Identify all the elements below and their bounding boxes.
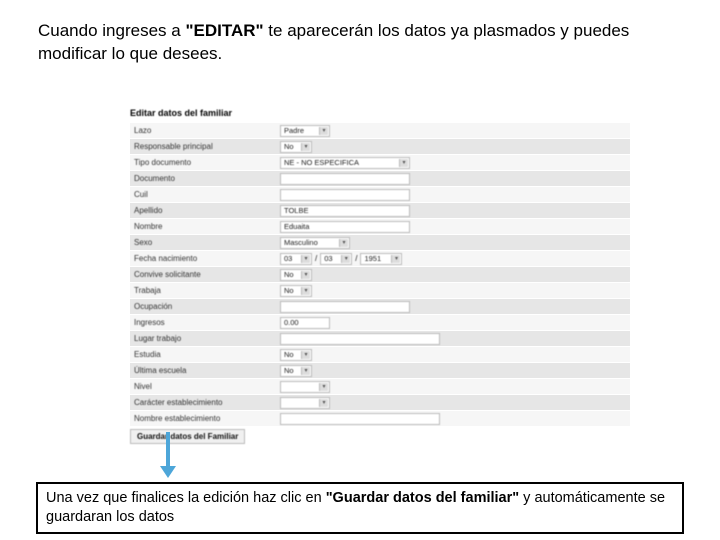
select-trabaja[interactable]: No▾ [280,285,312,297]
label-tipodoc: Tipo documento [130,158,280,167]
chevron-down-icon: ▾ [319,399,328,407]
intro-paragraph: Cuando ingreses a "EDITAR" te aparecerán… [38,20,658,66]
intro-text-1: Cuando ingreses a [38,21,185,40]
row-trabaja: Trabaja No▾ [130,282,630,298]
row-apellido: Apellido TOLBE [130,202,630,218]
chevron-down-icon: ▾ [301,367,310,375]
row-lazo: Lazo Padre▾ [130,122,630,138]
chevron-down-icon: ▾ [301,143,310,151]
note-text-1: Una vez que finalices la edición haz cli… [46,490,326,506]
input-ocupacion[interactable] [280,301,410,313]
chevron-down-icon: ▾ [341,255,350,263]
input-documento[interactable] [280,173,410,185]
label-convive: Convive solicitante [130,270,280,279]
label-fecha: Fecha nacimiento [130,254,280,263]
select-lazo[interactable]: Padre▾ [280,125,330,137]
label-sexo: Sexo [130,238,280,247]
note-bold: "Guardar datos del familiar" [326,490,519,506]
intro-emphasis: "EDITAR" [185,21,263,40]
label-nombre: Nombre [130,222,280,231]
label-nivel: Nivel [130,382,280,391]
row-responsable: Responsable principal No▾ [130,138,630,154]
row-cuil: Cuil [130,186,630,202]
select-fecha-dia[interactable]: 03▾ [280,253,312,265]
row-fecha: Fecha nacimiento 03▾ / 03▾ / 1951▾ [130,250,630,266]
row-tipodoc: Tipo documento NE - NO ESPECIFICA▾ [130,154,630,170]
chevron-down-icon: ▾ [301,287,310,295]
label-ultimaesc: Última escuela [130,366,280,375]
select-sexo[interactable]: Masculino▾ [280,237,350,249]
label-lugartrab: Lugar trabajo [130,334,280,343]
row-nivel: Nivel ▾ [130,378,630,394]
save-button[interactable]: Guardar datos del Familiar [130,429,245,444]
chevron-down-icon: ▾ [391,255,400,263]
label-trabaja: Trabaja [130,286,280,295]
select-ultimaesc[interactable]: No▾ [280,365,312,377]
row-nombre: Nombre Eduaita [130,218,630,234]
label-caracter: Carácter establecimiento [130,398,280,407]
note-box: Una vez que finalices la edición haz cli… [36,482,684,534]
select-nivel[interactable]: ▾ [280,381,330,393]
row-ocupacion: Ocupación [130,298,630,314]
label-documento: Documento [130,174,280,183]
chevron-down-icon: ▾ [301,351,310,359]
label-ocupacion: Ocupación [130,302,280,311]
arrow-down-icon [160,432,176,478]
label-cuil: Cuil [130,190,280,199]
input-nombreest[interactable] [280,413,440,425]
select-fecha-mes[interactable]: 03▾ [320,253,352,265]
row-caracter: Carácter establecimiento ▾ [130,394,630,410]
select-estudia[interactable]: No▾ [280,349,312,361]
label-apellido: Apellido [130,206,280,215]
label-responsable: Responsable principal [130,142,280,151]
date-sep: / [355,254,357,263]
row-convive: Convive solicitante No▾ [130,266,630,282]
label-estudia: Estudia [130,350,280,359]
select-responsable[interactable]: No▾ [280,141,312,153]
row-lugartrab: Lugar trabajo [130,330,630,346]
edit-form: Editar datos del familiar Lazo Padre▾ Re… [130,108,630,444]
row-ultimaesc: Última escuela No▾ [130,362,630,378]
select-caracter[interactable]: ▾ [280,397,330,409]
label-ingresos: Ingresos [130,318,280,327]
input-lugartrab[interactable] [280,333,440,345]
chevron-down-icon: ▾ [399,159,408,167]
select-fecha-anio[interactable]: 1951▾ [360,253,402,265]
chevron-down-icon: ▾ [301,271,310,279]
row-ingresos: Ingresos 0.00 [130,314,630,330]
row-nombreest: Nombre establecimiento [130,410,630,426]
chevron-down-icon: ▾ [339,239,348,247]
row-estudia: Estudia No▾ [130,346,630,362]
form-title: Editar datos del familiar [130,108,630,118]
input-cuil[interactable] [280,189,410,201]
chevron-down-icon: ▾ [319,383,328,391]
input-ingresos[interactable]: 0.00 [280,317,330,329]
input-nombre[interactable]: Eduaita [280,221,410,233]
date-sep: / [315,254,317,263]
label-lazo: Lazo [130,126,280,135]
row-documento: Documento [130,170,630,186]
label-nombreest: Nombre establecimiento [130,414,280,423]
input-apellido[interactable]: TOLBE [280,205,410,217]
select-convive[interactable]: No▾ [280,269,312,281]
chevron-down-icon: ▾ [319,127,328,135]
row-sexo: Sexo Masculino▾ [130,234,630,250]
select-tipodoc[interactable]: NE - NO ESPECIFICA▾ [280,157,410,169]
chevron-down-icon: ▾ [301,255,310,263]
